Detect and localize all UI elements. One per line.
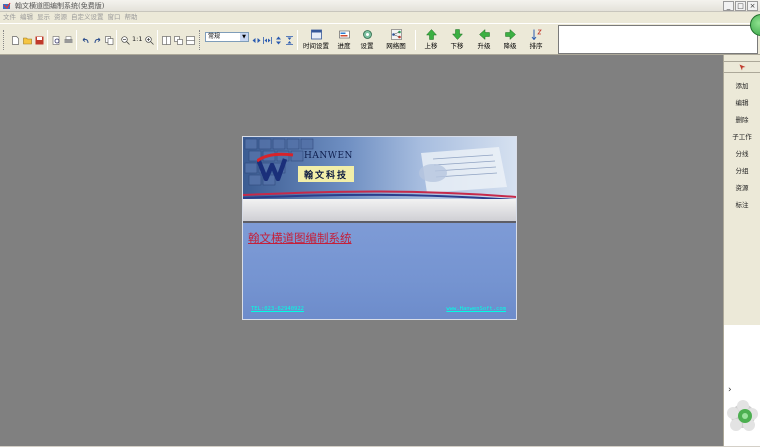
arrow-left-icon	[478, 29, 490, 40]
panel-subtask[interactable]: 子工作	[724, 133, 760, 142]
panel-group[interactable]: 分组	[724, 167, 760, 176]
toolbar-separator	[297, 30, 298, 50]
sort-label: 排序	[529, 42, 543, 50]
splash-dialog[interactable]: HANWEN 翰文科技 翰文横道图编制系统 TEL:023-62940922 w…	[242, 136, 517, 320]
splash-phone-link[interactable]: TEL:023-62940922	[251, 306, 304, 312]
hanwen-logo	[257, 152, 294, 181]
maximize-button[interactable]: □	[735, 1, 746, 11]
app-icon	[3, 2, 11, 9]
time-settings-label: 时间设置	[303, 42, 329, 50]
split-horizontal-icon[interactable]	[185, 35, 195, 45]
promote-label: 升级	[477, 42, 491, 50]
calendar-icon	[310, 29, 322, 40]
panel-annotate[interactable]: 标注	[724, 201, 760, 210]
toolbar-grip[interactable]	[3, 30, 5, 50]
arrow-down-icon	[451, 29, 463, 40]
network-diagram-label: 网络图	[386, 42, 406, 50]
menu-view[interactable]: 显示	[37, 12, 54, 23]
menu-window[interactable]: 窗口	[108, 12, 125, 23]
arrow-up-icon	[425, 29, 437, 40]
panel-resource[interactable]: 资源	[724, 184, 760, 193]
zoom-reset-button[interactable]: 1:1	[132, 35, 142, 44]
splash-body: 翰文横道图编制系统 TEL:023-62940922 www.HanwenSof…	[243, 223, 516, 319]
expand-vertical-icon[interactable]	[273, 35, 283, 45]
network-diagram-button[interactable]: 网络图	[383, 28, 409, 52]
network-diagram-icon	[390, 29, 402, 40]
title-bar: 翰文横道图编制系统(免费版) _ □ ×	[0, 0, 760, 12]
save-icon[interactable]	[34, 35, 44, 45]
settings-button[interactable]: 设置	[354, 28, 380, 52]
menu-custom-settings[interactable]: 自定义设置	[71, 12, 108, 23]
panel-delete[interactable]: 删除	[724, 116, 760, 125]
open-folder-icon[interactable]	[22, 35, 32, 45]
right-panel: 添加 编辑 删除 子工作 分线 分组 资源 标注	[723, 55, 760, 325]
expand-horizontal-icon[interactable]	[262, 35, 272, 45]
menu-help[interactable]: 帮助	[125, 12, 142, 23]
brand-english: HANWEN	[304, 151, 353, 161]
menu-file[interactable]: 文件	[3, 12, 20, 23]
move-up-label: 上移	[424, 42, 438, 50]
time-settings-button[interactable]: 时间设置	[303, 28, 329, 52]
move-down-button[interactable]: 下移	[444, 28, 470, 52]
promote-button[interactable]: 升级	[471, 28, 497, 52]
demote-label: 降级	[503, 42, 517, 50]
progress-icon	[338, 30, 350, 39]
sort-icon	[531, 29, 542, 40]
move-up-button[interactable]: 上移	[418, 28, 444, 52]
toolbar-separator	[157, 30, 158, 50]
new-file-icon[interactable]	[10, 35, 20, 45]
gear-icon	[362, 30, 372, 39]
toolbar-separator	[76, 30, 77, 50]
panel-split-line[interactable]: 分线	[724, 150, 760, 159]
zoom-in-icon[interactable]	[144, 35, 154, 45]
menu-bar: 文件 编辑 显示 资源 自定义设置 窗口 帮助	[0, 12, 760, 23]
toolbar-grip[interactable]	[199, 30, 201, 50]
menu-resource[interactable]: 资源	[54, 12, 71, 23]
toolbar-separator	[47, 30, 48, 50]
toolbar-separator	[116, 30, 117, 50]
splash-title: 翰文横道图编制系统	[248, 231, 352, 245]
progress-label: 进度	[337, 42, 351, 50]
panel-add[interactable]: 添加	[724, 82, 760, 91]
app-window: 翰文横道图编制系统(免费版) _ □ × 文件 编辑 显示 资源 自定义设置 窗…	[0, 0, 760, 447]
arrow-right-icon	[504, 29, 516, 40]
copy-icon[interactable]	[104, 35, 114, 45]
minimize-button[interactable]: _	[723, 1, 734, 11]
close-button[interactable]: ×	[747, 1, 758, 11]
sort-button[interactable]: 排序	[523, 28, 549, 52]
panel-edit[interactable]: 编辑	[724, 99, 760, 108]
demote-button[interactable]: 降级	[497, 28, 523, 52]
move-down-label: 下移	[450, 42, 464, 50]
flower-decoration-icon	[727, 400, 758, 431]
zoom-out-icon[interactable]	[120, 35, 130, 45]
settings-label: 设置	[360, 42, 374, 50]
undo-icon[interactable]	[80, 35, 90, 45]
menu-edit[interactable]: 编辑	[20, 12, 37, 23]
print-icon[interactable]	[63, 35, 73, 45]
split-vertical-icon[interactable]	[161, 35, 171, 45]
redo-icon[interactable]	[92, 35, 102, 45]
pointer-tool[interactable]	[724, 61, 760, 73]
chevron-right-icon[interactable]: ›	[728, 385, 732, 395]
window-title: 翰文横道图编制系统(免费版)	[15, 2, 105, 10]
shrink-horizontal-icon[interactable]	[251, 35, 261, 45]
brand-chinese: 翰文科技	[304, 171, 349, 181]
toolbar-separator	[415, 30, 416, 50]
toolbar-text-field[interactable]	[558, 25, 758, 54]
splash-header: HANWEN 翰文科技	[243, 137, 516, 199]
splash-swoosh	[243, 190, 516, 199]
style-select-value: 常规	[208, 33, 221, 40]
splash-website-link[interactable]: www.HanwenSoft.com	[446, 306, 506, 312]
chevron-down-icon[interactable]: ▼	[240, 33, 248, 41]
shrink-vertical-icon[interactable]	[284, 35, 294, 45]
splash-band	[243, 199, 516, 223]
pointer-icon	[739, 64, 745, 70]
style-select[interactable]: 常规 ▼	[205, 32, 249, 42]
print-preview-icon[interactable]	[51, 35, 61, 45]
layout-icon[interactable]	[173, 35, 183, 45]
